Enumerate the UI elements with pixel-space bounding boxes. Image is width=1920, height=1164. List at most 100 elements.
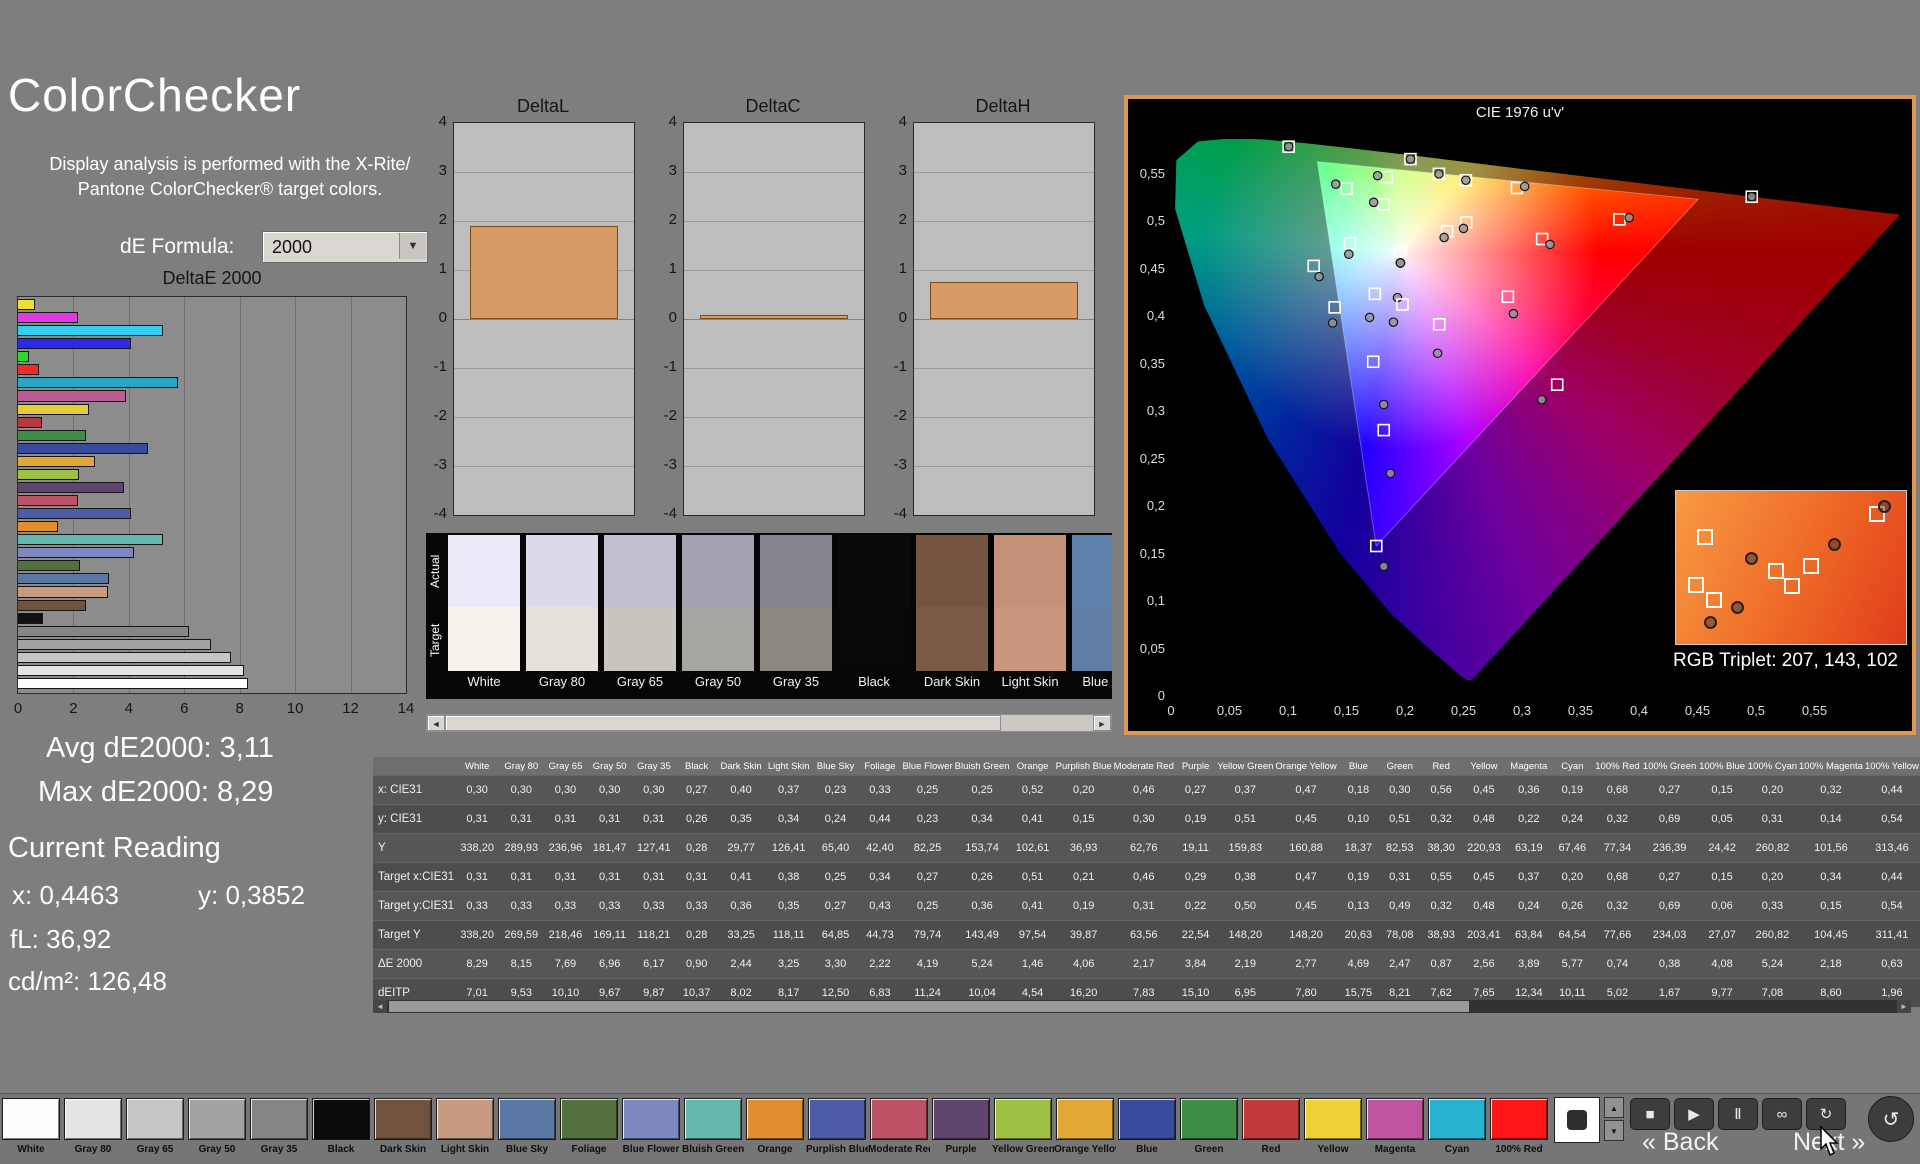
patch-button[interactable] bbox=[312, 1098, 370, 1140]
chevron-down-icon[interactable]: ▼ bbox=[399, 233, 426, 259]
patch-button-label: Bluish Green bbox=[682, 1144, 744, 1155]
pause-icon[interactable]: Ⅱ bbox=[1718, 1098, 1758, 1130]
patch-button[interactable] bbox=[498, 1098, 556, 1140]
swatch-label: Black bbox=[858, 674, 890, 689]
gridline bbox=[684, 172, 864, 173]
cie-target-point bbox=[1393, 244, 1407, 258]
deltae-bar bbox=[18, 390, 126, 402]
de-formula-select[interactable]: 2000 ▼ bbox=[262, 231, 428, 263]
patch-button[interactable] bbox=[808, 1098, 866, 1140]
gridline bbox=[684, 368, 864, 369]
back-label: Back bbox=[1662, 1128, 1719, 1156]
scroll-left-icon[interactable]: ◄ bbox=[373, 1000, 387, 1013]
patch-button[interactable] bbox=[684, 1098, 742, 1140]
deltaC-bar bbox=[700, 315, 848, 319]
deltaC-title: DeltaC bbox=[745, 96, 801, 116]
patch-button-label: Moderate Red bbox=[868, 1144, 930, 1155]
deltae-axis-tick: 8 bbox=[235, 700, 244, 717]
cie-target-point bbox=[1393, 244, 1407, 258]
reset-icon[interactable]: ↺ bbox=[1868, 1096, 1914, 1142]
patch-button[interactable] bbox=[1366, 1098, 1424, 1140]
patch-button-label: Blue Sky bbox=[505, 1144, 549, 1155]
scroll-left-icon[interactable]: ◄ bbox=[427, 715, 445, 731]
patch-down-button[interactable]: ▼ bbox=[1604, 1120, 1624, 1141]
y-axis-tick: -1 bbox=[893, 358, 907, 375]
reading-cdm2: cd/m²: 126,48 bbox=[8, 966, 167, 996]
patch-button[interactable] bbox=[188, 1098, 246, 1140]
mouse-cursor bbox=[1820, 1126, 1839, 1157]
inset-target-point bbox=[1696, 529, 1713, 546]
scroll-right-icon[interactable]: ► bbox=[1093, 715, 1111, 731]
back-button[interactable]: « Back bbox=[1642, 1128, 1718, 1157]
patch-button[interactable] bbox=[1428, 1098, 1486, 1140]
actual-swatch bbox=[448, 535, 520, 607]
y-axis-tick: -4 bbox=[893, 505, 907, 522]
cie-measured-point bbox=[1624, 212, 1634, 223]
cie-x-tick: 0,05 bbox=[1216, 703, 1243, 718]
cie-measured-point bbox=[1508, 308, 1519, 319]
cie-x-tick: 0,45 bbox=[1684, 703, 1711, 718]
patch-button[interactable] bbox=[932, 1098, 990, 1140]
deltae-axis-tick: 12 bbox=[342, 700, 359, 717]
patch-button[interactable] bbox=[1118, 1098, 1176, 1140]
patch-button[interactable] bbox=[1304, 1098, 1362, 1140]
patch-button[interactable] bbox=[1180, 1098, 1238, 1140]
patch-button[interactable] bbox=[374, 1098, 432, 1140]
scrollbar-thumb[interactable] bbox=[389, 1001, 1469, 1012]
gridline bbox=[914, 466, 1094, 467]
gridline bbox=[684, 221, 864, 222]
target-swatch bbox=[760, 607, 832, 671]
max-de2000: Max dE2000: 8,29 bbox=[38, 776, 274, 808]
current-patch-preview[interactable] bbox=[1554, 1097, 1600, 1143]
column-header: Purplish Blue bbox=[1054, 757, 1113, 776]
patch-button[interactable] bbox=[994, 1098, 1052, 1140]
target-swatch bbox=[1072, 607, 1112, 671]
column-header: Green bbox=[1379, 757, 1421, 776]
y-axis-tick: -1 bbox=[663, 358, 677, 375]
rgb-triplet-label: RGB Triplet: 207, 143, 102 bbox=[1673, 650, 1898, 671]
patch-button[interactable] bbox=[64, 1098, 122, 1140]
patch-button[interactable] bbox=[560, 1098, 618, 1140]
cie-x-tick: 0,15 bbox=[1333, 703, 1360, 718]
column-header: Purple bbox=[1174, 757, 1217, 776]
scroll-right-icon[interactable]: ► bbox=[1897, 1000, 1911, 1013]
reading-fl: fL: 36,92 bbox=[10, 924, 112, 954]
patch-button[interactable] bbox=[1242, 1098, 1300, 1140]
y-axis-tick: -2 bbox=[433, 407, 447, 424]
cie-measured-point bbox=[1519, 181, 1530, 192]
patch-button[interactable] bbox=[1490, 1098, 1548, 1140]
target-swatch bbox=[682, 607, 754, 671]
patch-button-label: Purplish Blue bbox=[806, 1144, 868, 1155]
chevron-right-icon: » bbox=[1851, 1128, 1866, 1156]
target-swatch bbox=[916, 607, 988, 671]
stop-icon[interactable]: ■ bbox=[1630, 1098, 1670, 1130]
patch-button[interactable] bbox=[622, 1098, 680, 1140]
column-header: 100% Green bbox=[1641, 757, 1698, 776]
deltae-axis-tick: 10 bbox=[286, 700, 304, 717]
table-scrollbar[interactable]: ◄ ► bbox=[373, 1000, 1911, 1013]
cie-measured-point bbox=[1432, 348, 1443, 359]
patch-button[interactable] bbox=[436, 1098, 494, 1140]
patch-button[interactable] bbox=[126, 1098, 184, 1140]
patch-button[interactable] bbox=[2, 1098, 60, 1140]
deltae-bar bbox=[18, 625, 189, 637]
cie-measured-point bbox=[1388, 317, 1399, 327]
target-swatch bbox=[838, 607, 910, 671]
patch-button[interactable] bbox=[870, 1098, 928, 1140]
play-icon[interactable]: ▶ bbox=[1674, 1098, 1714, 1130]
patch-button-label: Light Skin bbox=[440, 1144, 490, 1155]
swatch-scrollbar[interactable]: ◄ ► bbox=[426, 714, 1112, 732]
column-header: 100% Blue bbox=[1697, 757, 1747, 776]
patch-button[interactable] bbox=[250, 1098, 308, 1140]
column-header: Cyan bbox=[1551, 757, 1593, 776]
y-axis-tick: 3 bbox=[898, 162, 907, 179]
target-swatch bbox=[448, 607, 520, 671]
scrollbar-thumb[interactable] bbox=[445, 715, 1001, 731]
column-header: Yellow bbox=[1461, 757, 1506, 776]
patch-swatch-icon bbox=[1567, 1110, 1587, 1130]
infinity-icon[interactable]: ∞ bbox=[1762, 1098, 1802, 1130]
gridline bbox=[914, 270, 1094, 271]
patch-button[interactable] bbox=[746, 1098, 804, 1140]
patch-button[interactable] bbox=[1056, 1098, 1114, 1140]
patch-up-button[interactable]: ▲ bbox=[1604, 1097, 1624, 1118]
